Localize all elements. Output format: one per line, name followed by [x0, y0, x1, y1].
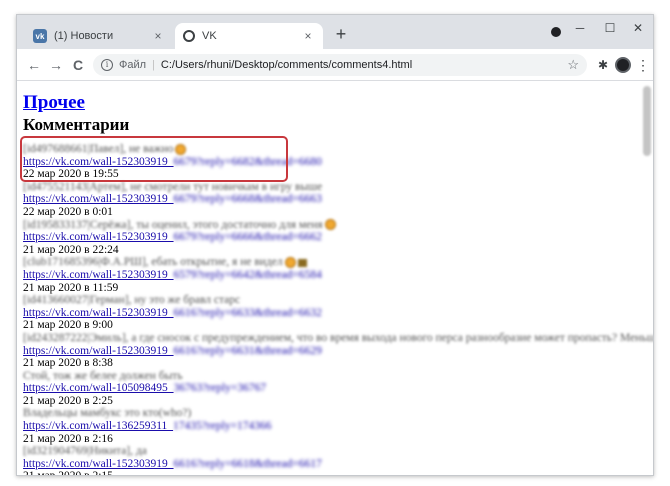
comment-date: 21 мар 2020 в 2:25 [23, 394, 113, 407]
emoji-icon [284, 257, 296, 269]
highlight-frame [20, 136, 288, 182]
comment-item: [id243287222|Эмиль], а где сносок с пред… [23, 331, 653, 370]
comment-item: [id413660027|Герман], ну это же бравл ст… [23, 294, 633, 332]
comment-text: [id195833137|Серёжа], ты оценил, этого д… [23, 219, 633, 232]
comment-link-params: 6679?reply=6668&thread=6663 [173, 193, 322, 206]
comment-link[interactable]: https://vk.com/wall-152303919_6616?reply… [23, 345, 633, 358]
comment-link[interactable]: https://vk.com/wall-152303919_6679?reply… [23, 193, 633, 206]
comment-date: 21 мар 2020 в 8:38 [23, 357, 113, 370]
tab-search-icon[interactable] [551, 27, 561, 37]
reload-button[interactable]: C [69, 56, 87, 74]
comment-link[interactable]: https://vk.com/wall-152303919_6679?reply… [23, 231, 633, 244]
comment-item: Владельцы мамбукс это кто(who?) https://v… [23, 407, 633, 445]
comment-link-base: https://vk.com/wall-152303919_ [23, 231, 174, 244]
comment-item: Стой, тож же белее должен быть https://vk… [23, 370, 633, 408]
comment-link-base: https://vk.com/wall-136259311_ [23, 420, 174, 433]
comment-item: [id475521143|Артем], не смотрели тут нов… [23, 181, 633, 219]
comment-date: 21 мар 2020 в 2:16 [23, 432, 113, 445]
close-tab-icon[interactable]: × [301, 29, 315, 43]
comment-date: 22 мар 2020 в 0:01 [23, 205, 113, 218]
comment-link-params: 6679?reply=6666&thread=6662 [173, 231, 322, 244]
globe-icon [183, 30, 195, 42]
emoji-icon [324, 219, 336, 231]
comment-date: 21 мар 2020 в 22:24 [23, 243, 119, 256]
comment-text: [club171685396|Ф.А.РШ], ебать открытие, … [23, 256, 633, 269]
comment-link[interactable]: https://vk.com/wall-152303919_6616?reply… [23, 307, 633, 320]
scheme-label: Файл [119, 59, 147, 71]
heading-link[interactable]: Прочее [23, 92, 85, 114]
page-content: Прочее Комментарии [id497688661|Павел], … [17, 82, 653, 475]
comment-link-params: 6616?reply=6633&thread=6632 [173, 306, 322, 319]
comment-text: [id413660027|Герман], ну это же бравл ст… [23, 294, 241, 307]
comment-link-base: https://vk.com/wall-152303919_ [23, 344, 174, 357]
comment-link-base: https://vk.com/wall-152303919_ [23, 457, 174, 470]
page-title: Комментарии [23, 115, 130, 134]
comment-item: [club171685396|Ф.А.РШ], ебать открытие, … [23, 256, 633, 294]
tab-strip: vk (1) Новости × VK × + ─ ☐ ✕ [17, 15, 653, 49]
comment-link-params: 17435?reply=174366 [173, 420, 272, 433]
comment-text: [id243287222|Эмиль], а где сносок с пред… [23, 331, 653, 344]
bookmark-star-icon[interactable]: ☆ [567, 57, 579, 73]
comment-item: [id321904769|Никита], да https://vk.com/w… [23, 445, 633, 475]
comment-link-params: 6616?reply=6618&thread=6617 [173, 457, 322, 470]
close-tab-icon[interactable]: × [151, 29, 165, 43]
comment-text: [id475521143|Артем], не смотрели тут нов… [23, 180, 323, 193]
tab-news[interactable]: vk (1) Новости × [25, 23, 173, 49]
vk-icon: vk [33, 29, 47, 43]
comment-link-params: 36763?reply=36767 [173, 382, 267, 395]
toolbar: ← → C i Файл | C:/Users/rhuni/Desktop/co… [17, 49, 653, 81]
comment-link-params: 6579?reply=6642&thread=6584 [173, 268, 322, 281]
profile-avatar[interactable] [615, 57, 631, 73]
new-tab-button[interactable]: + [331, 25, 351, 43]
forward-button[interactable]: → [47, 56, 65, 74]
comment-date: 21 мар 2020 в 2:15 [23, 470, 633, 475]
comment-date: 21 мар 2020 в 11:59 [23, 281, 119, 294]
comment-text: Владельцы мамбукс это кто(who?) [23, 407, 192, 420]
extensions-icon[interactable]: ✱ [595, 57, 611, 73]
comment-date: 21 мар 2020 в 9:00 [23, 319, 113, 332]
address-bar[interactable]: i Файл | C:/Users/rhuni/Desktop/comments… [93, 54, 587, 76]
comment-text: Стой, тож же белее должен быть [23, 369, 183, 382]
tab-title: (1) Новости [54, 30, 114, 42]
comment-link-base: https://vk.com/wall-152303919_ [23, 193, 174, 206]
comment-link-params: 6616?reply=6631&thread=6629 [173, 344, 322, 357]
comment-link-base: https://vk.com/wall-152303919_ [23, 268, 174, 281]
maximize-button[interactable]: ☐ [595, 21, 625, 35]
close-window-button[interactable]: ✕ [623, 21, 653, 35]
tab-vk[interactable]: VK × [175, 23, 323, 49]
info-icon[interactable]: i [101, 59, 113, 71]
comment-item: [id195833137|Серёжа], ты оценил, этого д… [23, 219, 633, 257]
back-button[interactable]: ← [25, 56, 43, 74]
comment-link[interactable]: https://vk.com/wall-136259311_17435?repl… [23, 420, 633, 433]
flag-emoji-icon [297, 258, 307, 267]
comment-link-base: https://vk.com/wall-152303919_ [23, 306, 174, 319]
tab-title: VK [202, 30, 217, 42]
url-text[interactable]: C:/Users/rhuni/Desktop/comments/comments… [161, 59, 412, 71]
minimize-button[interactable]: ─ [565, 21, 595, 35]
comment-link[interactable]: https://vk.com/wall-152303919_6616?reply… [23, 458, 633, 471]
menu-icon[interactable]: ⋮ [635, 57, 651, 73]
comment-link-base: https://vk.com/wall-105098495_ [23, 382, 174, 395]
comment-text: [id321904769|Никита], да [23, 445, 147, 458]
browser-window: vk (1) Новости × VK × + ─ ☐ ✕ ← → C i Фа… [16, 14, 654, 476]
scrollbar[interactable] [643, 86, 651, 156]
comments-list: [id497688661|Павел], не важно https://vk.… [23, 143, 653, 475]
separator: | [152, 59, 155, 71]
comment-link[interactable]: https://vk.com/wall-105098495_36763?repl… [23, 382, 633, 395]
comment-link[interactable]: https://vk.com/wall-152303919_6579?reply… [23, 269, 633, 282]
